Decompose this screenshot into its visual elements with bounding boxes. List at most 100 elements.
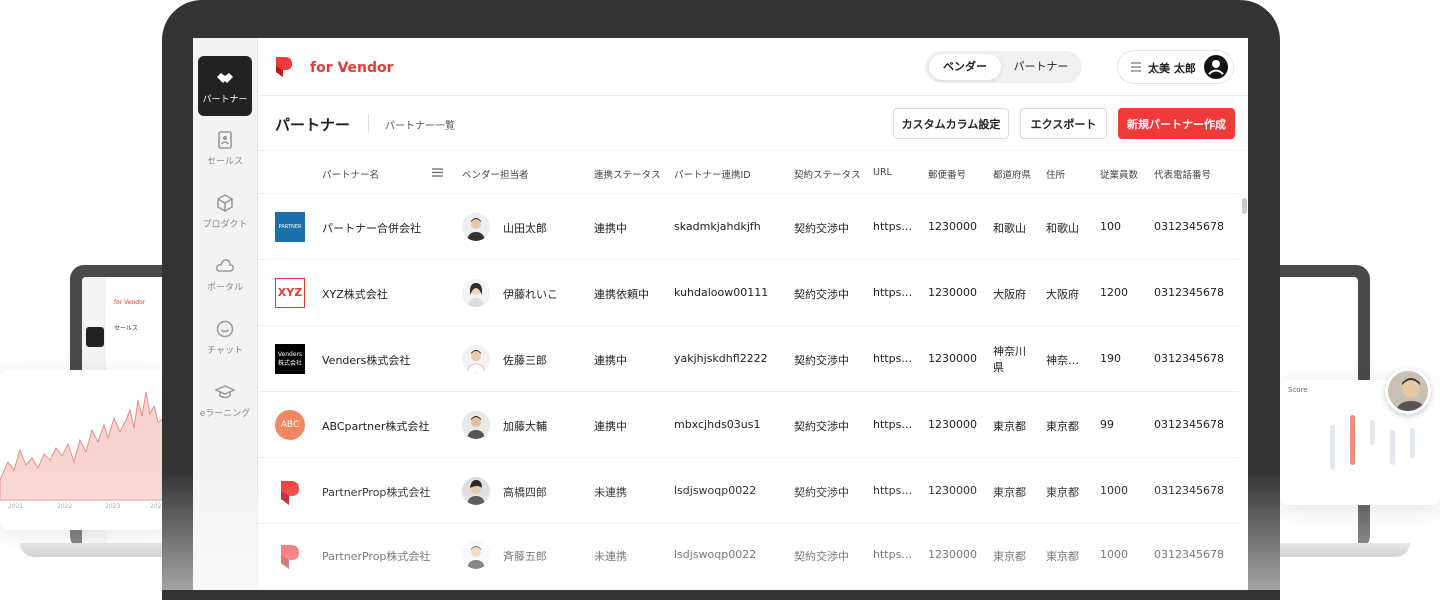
address: 和歌山 xyxy=(1046,222,1079,235)
rep-name: 伊藤れいこ xyxy=(503,288,558,301)
prefecture: 大阪府 xyxy=(993,288,1026,301)
table-row[interactable]: PartnerProp株式会社 斉藤五郎 未連携 lsdjswoqp0022 契… xyxy=(258,524,1239,590)
table-row[interactable]: Venders 株式会社 Venders株式会社 佐藤三郎 連携中 yakjhj… xyxy=(258,326,1239,392)
cube-icon xyxy=(217,193,233,212)
user-name: 太美 太郎 xyxy=(1148,62,1196,75)
sidebar-item-elearning[interactable]: eラーニング xyxy=(198,370,252,430)
url[interactable]: https… xyxy=(873,352,912,365)
phone-number: 0312345678 xyxy=(1154,548,1224,561)
mini-active-nav xyxy=(86,327,104,347)
partner-logo: ABC xyxy=(275,410,305,440)
user-menu[interactable]: 太美 太郎 xyxy=(1117,50,1234,84)
column-header[interactable]: 住所 xyxy=(1046,167,1065,181)
sidebar-item-chat[interactable]: チャット xyxy=(198,307,252,367)
brand-logo-icon[interactable] xyxy=(275,56,293,78)
sidebar-item-product[interactable]: プロダクト xyxy=(198,181,252,241)
table-row[interactable]: PARTNER パートナー合併会社 山田太郎 連携中 skadmkjahdkjf… xyxy=(258,194,1239,260)
contract-status: 契約交渉中 xyxy=(794,486,849,499)
table-scrollbar[interactable] xyxy=(1242,198,1247,214)
address: 神奈… xyxy=(1046,354,1079,367)
vendor-partner-toggle[interactable]: ベンダー パートナー xyxy=(925,51,1082,83)
score-bar xyxy=(1410,428,1415,458)
partner-name[interactable]: Venders株式会社 xyxy=(322,352,410,368)
link-status: 連携中 xyxy=(594,420,627,433)
column-header[interactable]: ベンダー担当者 xyxy=(462,167,529,181)
partner-name[interactable]: パートナー合併会社 xyxy=(322,220,421,236)
contract-status: 契約交渉中 xyxy=(794,550,849,563)
page-title: パートナー xyxy=(275,116,351,134)
url[interactable]: https… xyxy=(873,220,912,233)
partner-name[interactable]: XYZ株式会社 xyxy=(322,286,388,302)
export-button[interactable]: エクスポート xyxy=(1020,108,1107,139)
prefecture: 東京都 xyxy=(993,486,1026,499)
column-header[interactable]: 郵便番号 xyxy=(928,167,966,181)
sidebar-item-sales[interactable]: セールス xyxy=(198,118,252,178)
zip-code: 1230000 xyxy=(928,352,977,365)
link-status: 連携中 xyxy=(594,222,627,235)
area-chart-graphic xyxy=(0,391,165,501)
page-header: パートナー パートナー一覧 カスタムカラム設定 エクスポート 新規パートナー作成 xyxy=(258,96,1248,151)
create-partner-button[interactable]: 新規パートナー作成 xyxy=(1118,108,1235,139)
rep-name: 加藤大輔 xyxy=(503,420,547,433)
url[interactable]: https… xyxy=(873,484,912,497)
user-avatar-icon[interactable] xyxy=(1204,55,1228,79)
table-row[interactable]: PartnerProp株式会社 高橋四郎 未連携 lsdjswoqp0022 契… xyxy=(258,458,1239,524)
partner-link-id: skadmkjahdkjfh xyxy=(674,220,761,233)
zip-code: 1230000 xyxy=(928,418,977,431)
column-header[interactable]: 従業員数 xyxy=(1100,167,1138,181)
sidebar-item-label: eラーニング xyxy=(199,408,251,419)
logo-text: for Vendor xyxy=(310,60,394,76)
url[interactable]: https… xyxy=(873,418,912,431)
column-header[interactable]: 代表電話番号 xyxy=(1154,167,1211,181)
chart-x-label: 2022 xyxy=(57,503,73,510)
url[interactable]: https… xyxy=(873,286,912,299)
table-row[interactable]: XYZ XYZ株式会社 伊藤れいこ 連携依頼中 kuhdaloow00111 契… xyxy=(258,260,1239,326)
partner-name[interactable]: PartnerProp株式会社 xyxy=(322,548,430,564)
rep-name: 佐藤三郎 xyxy=(503,354,547,367)
toggle-partner[interactable]: パートナー xyxy=(1003,54,1079,80)
employees: 1000 xyxy=(1100,548,1128,561)
employees: 1000 xyxy=(1100,484,1128,497)
address: 東京都 xyxy=(1046,420,1079,433)
graduation-cap-icon xyxy=(215,384,235,398)
sidebar-item-label: ポータル xyxy=(206,282,243,293)
column-header[interactable]: パートナー名 xyxy=(322,167,379,181)
column-menu-icon[interactable] xyxy=(432,167,443,178)
sidebar-item-label: パートナー xyxy=(202,94,248,105)
score-bar-highlight xyxy=(1350,415,1355,465)
partner-name[interactable]: ABCpartner株式会社 xyxy=(322,418,429,434)
partner-logo: XYZ xyxy=(275,278,305,308)
sidebar-item-partner[interactable]: パートナー xyxy=(198,56,252,116)
table-row[interactable]: ABC ABCpartner株式会社 加藤大輔 連携中 mbxcjhds03us… xyxy=(258,392,1239,458)
zip-code: 1230000 xyxy=(928,220,977,233)
contract-status: 契約交渉中 xyxy=(794,288,849,301)
zip-code: 1230000 xyxy=(928,286,977,299)
contract-status: 契約交渉中 xyxy=(794,420,849,433)
score-bar xyxy=(1330,425,1335,470)
partner-logo: PARTNER xyxy=(275,212,305,242)
column-header[interactable]: URL xyxy=(873,167,892,178)
breadcrumb[interactable]: パートナー一覧 xyxy=(385,117,455,132)
sidebar-item-label: プロダクト xyxy=(202,219,248,230)
address: 東京都 xyxy=(1046,550,1079,563)
rep-name: 山田太郎 xyxy=(503,222,547,235)
chart-x-label: 2023 xyxy=(105,503,121,510)
custom-column-settings-button[interactable]: カスタムカラム設定 xyxy=(893,108,1009,139)
url[interactable]: https… xyxy=(873,548,912,561)
column-header[interactable]: 契約ステータス xyxy=(794,167,861,181)
sidebar-item-portal[interactable]: ポータル xyxy=(198,244,252,304)
table-header: パートナー名 ベンダー担当者 連携ステータス パートナー連携ID 契約ステータス… xyxy=(258,152,1239,194)
link-status: 連携中 xyxy=(594,354,627,367)
toggle-vendor[interactable]: ベンダー xyxy=(929,54,1001,80)
prefecture: 東京都 xyxy=(993,550,1026,563)
divider xyxy=(368,114,369,132)
partner-logo: Venders 株式会社 xyxy=(275,344,305,374)
score-bar xyxy=(1390,430,1395,465)
partner-name[interactable]: PartnerProp株式会社 xyxy=(322,484,430,500)
column-header[interactable]: 連携ステータス xyxy=(594,167,661,181)
column-header[interactable]: 都道府県 xyxy=(993,167,1031,181)
prefecture: 神奈川 県 xyxy=(993,345,1026,374)
partner-link-id: kuhdaloow00111 xyxy=(674,286,769,299)
column-header[interactable]: パートナー連携ID xyxy=(674,167,751,181)
address: 大阪府 xyxy=(1046,288,1079,301)
